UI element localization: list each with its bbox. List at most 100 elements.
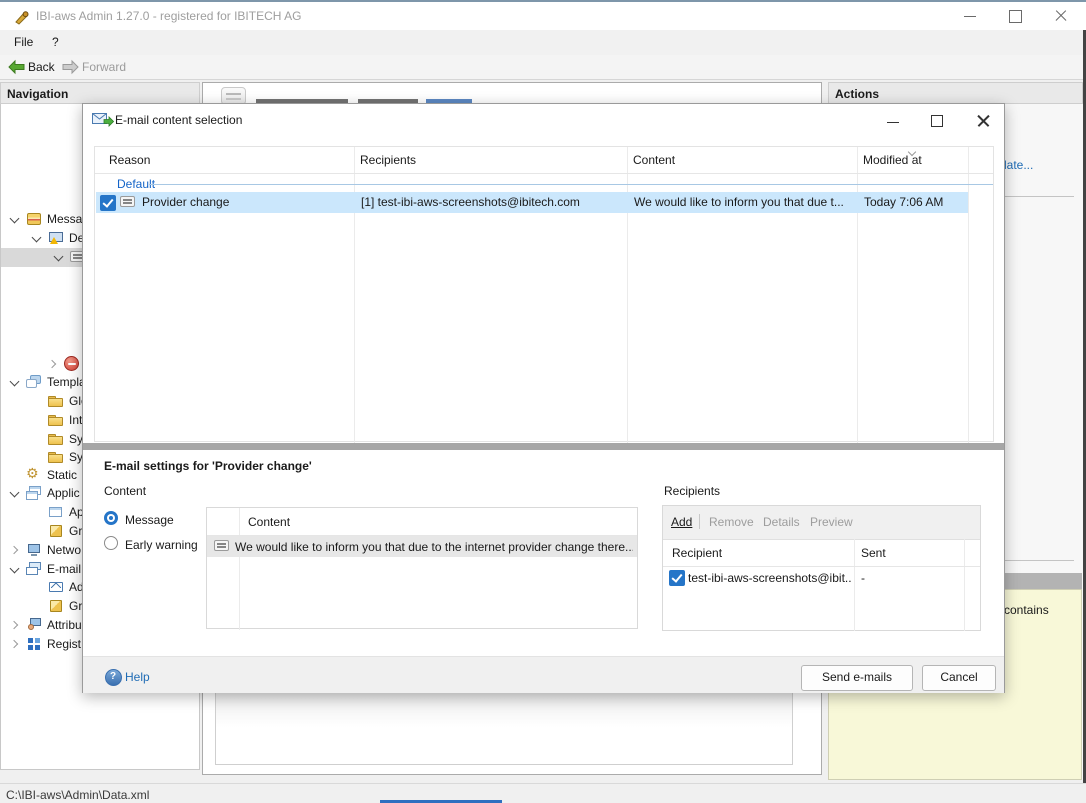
recipients-group-label: Recipients [664, 484, 720, 498]
column-header-recipients[interactable]: Recipients [360, 153, 416, 167]
back-button[interactable]: Back [28, 60, 55, 74]
splitter-handle[interactable] [83, 443, 1004, 450]
message-icon [214, 538, 230, 554]
expand-chevron-icon[interactable] [47, 359, 57, 369]
collapse-chevron-icon[interactable] [9, 488, 19, 498]
cell-recipients: [1] test-ibi-aws-screenshots@ibitech.com [361, 195, 625, 209]
toolbar: Back Forward [0, 55, 1086, 80]
messages-icon [26, 211, 42, 227]
send-emails-button[interactable]: Send e-mails [801, 665, 913, 691]
content-table-header[interactable]: Content [248, 515, 290, 529]
note-text-fragment: contains [1004, 603, 1049, 617]
recipient-email: test-ibi-aws-screenshots@ibit... [688, 571, 852, 585]
collapse-chevron-icon[interactable] [53, 252, 63, 262]
recipient-sent: - [861, 571, 961, 585]
cell-reason: Provider change [142, 195, 352, 209]
titlebar[interactable]: IBI-aws Admin 1.27.0 - registered for IB… [0, 2, 1086, 30]
collapse-chevron-icon[interactable] [9, 377, 19, 387]
applications-icon [26, 485, 42, 501]
tree-item-label: Netwo [47, 543, 81, 557]
dialog-maximize-button[interactable] [920, 107, 954, 134]
help-link[interactable]: Help [125, 670, 150, 684]
menu-file[interactable]: File [9, 35, 38, 52]
back-arrow-icon [8, 59, 25, 75]
network-icon [26, 542, 42, 558]
tree-item-label: Messa [47, 212, 82, 226]
expand-chevron-icon[interactable] [9, 639, 19, 649]
static-icon [26, 467, 42, 483]
message-icon [120, 194, 136, 210]
email-reasons-list[interactable]: Reason Recipients Content Modified at De… [94, 146, 994, 442]
cell-modified: Today 7:06 AM [864, 195, 967, 209]
reason-row-provider-change[interactable]: Provider change [1] test-ibi-aws-screens… [96, 192, 968, 213]
radio-message-label[interactable]: Message [125, 513, 174, 527]
dialog-minimize-button[interactable] [876, 107, 910, 134]
tree-item-label: Regist [47, 637, 81, 651]
tree-item-label: E-mail [47, 562, 81, 576]
sort-indicator-icon [907, 149, 917, 155]
recipient-checkbox[interactable] [669, 570, 685, 586]
recipients-toolbar: Add Remove Details Preview [663, 506, 980, 540]
group-header-line [149, 184, 993, 185]
menu-bar: File ? [0, 30, 1086, 55]
window-title: IBI-aws Admin 1.27.0 - registered for IB… [36, 9, 301, 23]
header-divider [95, 173, 993, 174]
tree-item-label: Int [69, 413, 82, 427]
tree-item-label: Gr [69, 599, 82, 613]
remove-button[interactable]: Remove [709, 515, 754, 529]
tree-item-label: Attribu [47, 618, 82, 632]
maximize-icon [1009, 10, 1022, 23]
envelope-icon [48, 579, 64, 595]
dialog-title: E-mail content selection [115, 113, 242, 127]
details-button[interactable]: Details [763, 515, 800, 529]
column-divider[interactable] [968, 147, 969, 443]
recipients-table[interactable]: Add Remove Details Preview Recipient Sen… [662, 505, 981, 631]
actions-header-label: Actions [835, 87, 879, 101]
collapse-chevron-icon[interactable] [9, 214, 19, 224]
folder-icon [48, 431, 64, 447]
column-header-recipient[interactable]: Recipient [672, 546, 722, 560]
attributes-icon [26, 617, 42, 633]
column-header-content[interactable]: Content [633, 153, 675, 167]
forward-button[interactable]: Forward [82, 60, 126, 74]
templates-icon [26, 374, 42, 390]
expand-chevron-icon[interactable] [9, 545, 19, 555]
cancel-button[interactable]: Cancel [922, 665, 996, 691]
radio-early-warning[interactable] [104, 536, 118, 550]
content-row-text: We would like to inform you that due to … [235, 540, 633, 554]
expand-chevron-icon[interactable] [9, 620, 19, 630]
email-selection-icon [92, 112, 114, 128]
close-button[interactable] [1038, 2, 1083, 30]
email-content-selection-dialog: E-mail content selection Reason Recipien… [82, 103, 1005, 693]
reason-row-checkbox[interactable] [100, 195, 116, 211]
radio-early-warning-label[interactable]: Early warning [125, 538, 198, 552]
forward-arrow-icon [62, 59, 79, 75]
actions-panel-header: Actions [828, 82, 1083, 104]
content-group-label: Content [104, 484, 146, 498]
recipient-row[interactable]: test-ibi-aws-screenshots@ibit... - [663, 567, 980, 589]
folder-icon [48, 449, 64, 465]
help-icon[interactable] [105, 669, 122, 686]
group-icon [48, 598, 64, 614]
menu-help[interactable]: ? [47, 35, 64, 52]
minimize-button[interactable] [948, 2, 993, 30]
dialog-close-button[interactable] [966, 107, 1000, 134]
folder-icon [48, 412, 64, 428]
action-link-fragment[interactable]: late... [1004, 158, 1033, 172]
collapse-chevron-icon[interactable] [9, 564, 19, 574]
minimize-icon [964, 16, 976, 17]
column-header-sent[interactable]: Sent [861, 546, 886, 560]
content-row[interactable]: We would like to inform you that due to … [207, 536, 637, 557]
group-icon [48, 523, 64, 539]
content-table[interactable]: Content We would like to inform you that… [206, 507, 638, 629]
tree-item-label: Templa [47, 375, 86, 389]
radio-message[interactable] [104, 511, 118, 525]
add-button[interactable]: Add [671, 515, 692, 529]
column-header-reason[interactable]: Reason [109, 153, 150, 167]
maximize-button[interactable] [993, 2, 1038, 30]
cell-content: We would like to inform you that due t..… [634, 195, 856, 209]
status-file-path: C:\IBI-aws\Admin\Data.xml [6, 788, 149, 802]
monitor-warning-icon [48, 230, 64, 246]
preview-button[interactable]: Preview [810, 515, 853, 529]
collapse-chevron-icon[interactable] [31, 233, 41, 243]
